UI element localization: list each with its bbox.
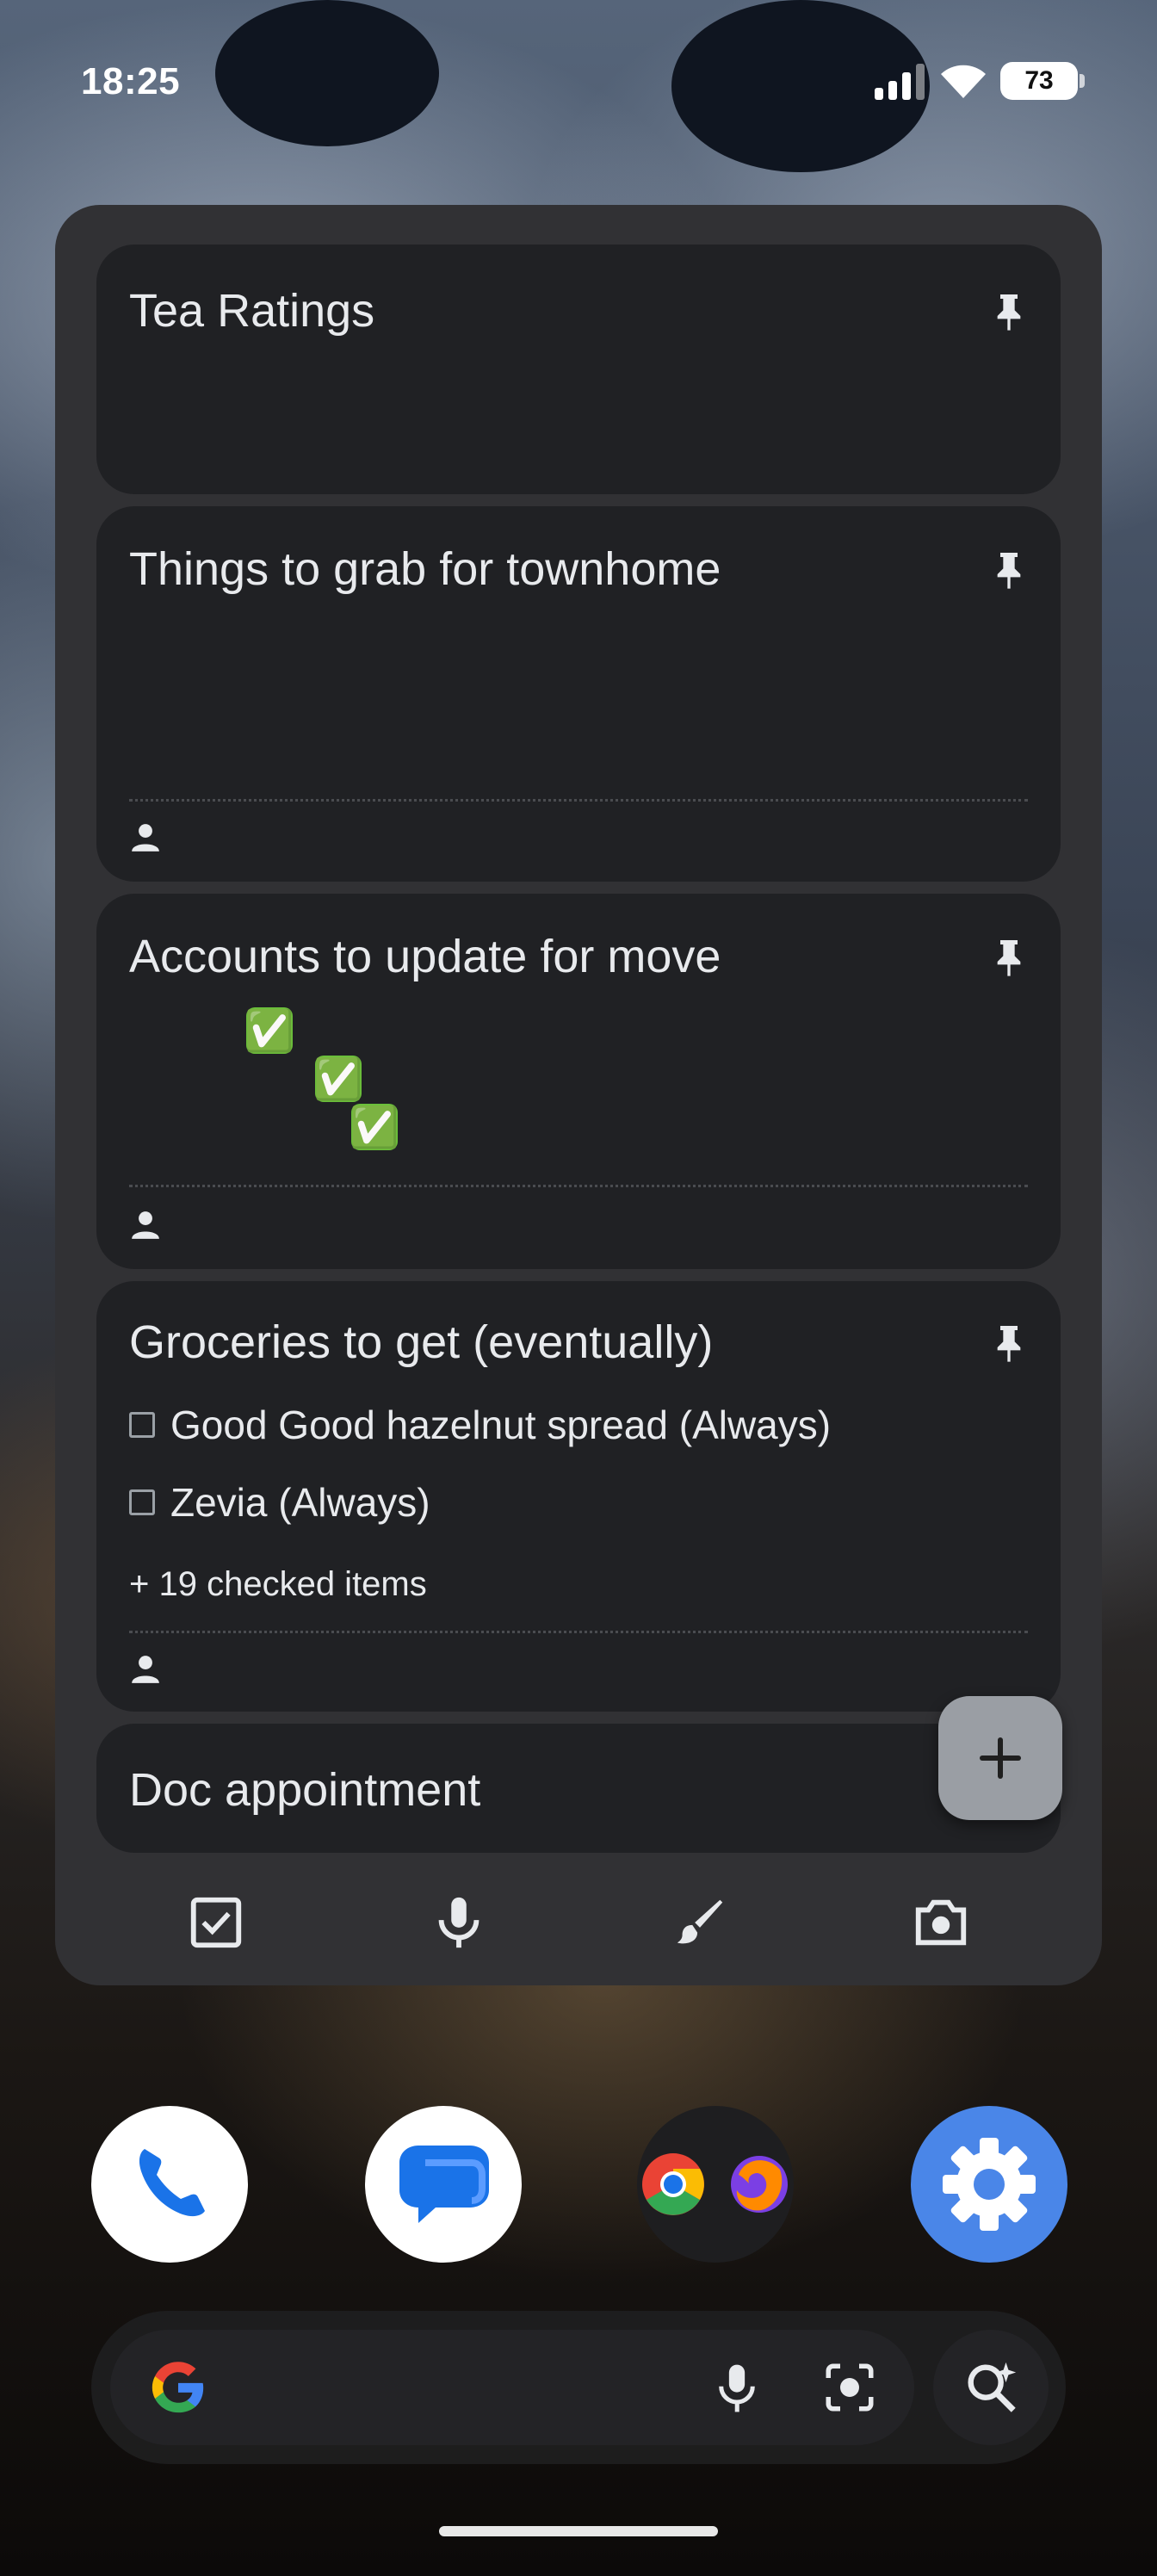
settings-app-icon[interactable] <box>911 2106 1067 2263</box>
phone-app-icon[interactable] <box>91 2106 248 2263</box>
pin-icon[interactable] <box>992 291 1026 332</box>
gear-icon <box>943 2138 1036 2231</box>
shared-person-icon <box>132 1656 159 1683</box>
check-mark-emoji: ✅ <box>313 1056 363 1102</box>
messages-icon <box>399 2146 489 2223</box>
list-item[interactable]: Zevia (Always) <box>129 1479 430 1526</box>
note-card-accounts[interactable]: Accounts to update for move ✅ ✅ ✅ <box>96 894 1061 1269</box>
home-indicator[interactable] <box>439 2526 718 2536</box>
list-item-text: Good Good hazelnut spread (Always) <box>170 1403 832 1447</box>
note-card-groceries[interactable]: Groceries to get (eventually) Good Good … <box>96 1281 1061 1712</box>
pin-icon[interactable] <box>992 937 1026 978</box>
check-mark-emoji: ✅ <box>244 1007 294 1054</box>
pin-icon[interactable] <box>992 549 1026 591</box>
plus-icon <box>980 1737 1021 1779</box>
note-card-tea-ratings[interactable]: Tea Ratings <box>96 245 1061 494</box>
note-title: Groceries to get (eventually) <box>129 1316 714 1368</box>
note-title: Accounts to update for move <box>129 931 721 982</box>
note-title: Things to grab for townhome <box>129 543 721 595</box>
shared-person-icon <box>132 824 159 851</box>
phone-icon <box>139 2149 205 2217</box>
signal-icon <box>875 64 925 100</box>
google-logo <box>152 2362 204 2413</box>
pin-icon[interactable] <box>992 1322 1026 1364</box>
microphone-icon[interactable] <box>429 1892 489 1953</box>
new-note-button[interactable] <box>938 1696 1062 1820</box>
checkbox[interactable] <box>129 1489 155 1515</box>
check-mark-emoji: ✅ <box>350 1104 399 1150</box>
note-title: Doc appointment <box>129 1764 481 1816</box>
google-search-bar[interactable] <box>91 2311 1066 2464</box>
note-divider <box>129 1631 1028 1633</box>
wifi-icon <box>941 65 986 98</box>
chrome-icon <box>642 2153 788 2215</box>
checked-items-count: + 19 checked items <box>129 1565 427 1603</box>
list-item[interactable]: Good Good hazelnut spread (Always) <box>129 1402 831 1448</box>
status-icons: 73 <box>873 62 1085 100</box>
status-bar: 18:25 73 <box>0 0 1157 172</box>
brush-icon[interactable] <box>670 1892 730 1953</box>
checkbox-icon[interactable] <box>186 1892 246 1953</box>
note-card-doc-appointment[interactable]: Doc appointment <box>96 1724 1061 1853</box>
note-divider <box>129 799 1028 802</box>
battery-indicator: 73 <box>1000 62 1085 100</box>
browser-folder[interactable] <box>637 2106 794 2263</box>
ai-search-button[interactable] <box>933 2330 1049 2445</box>
search-pill[interactable] <box>110 2330 914 2445</box>
shared-person-icon <box>132 1211 159 1239</box>
messages-app-icon[interactable] <box>365 2106 522 2263</box>
note-title: Tea Ratings <box>129 285 375 337</box>
microphone-icon[interactable] <box>713 2361 761 2416</box>
note-divider <box>129 1185 1028 1187</box>
camera-icon[interactable] <box>911 1892 971 1953</box>
list-item-text: Zevia (Always) <box>170 1480 430 1525</box>
ai-search-icon <box>968 2362 1017 2412</box>
checkbox[interactable] <box>129 1412 155 1438</box>
note-card-townhome[interactable]: Things to grab for townhome <box>96 506 1061 882</box>
lens-icon[interactable] <box>821 2359 878 2416</box>
status-time: 18:25 <box>81 60 181 102</box>
battery-level: 73 <box>1024 66 1054 95</box>
